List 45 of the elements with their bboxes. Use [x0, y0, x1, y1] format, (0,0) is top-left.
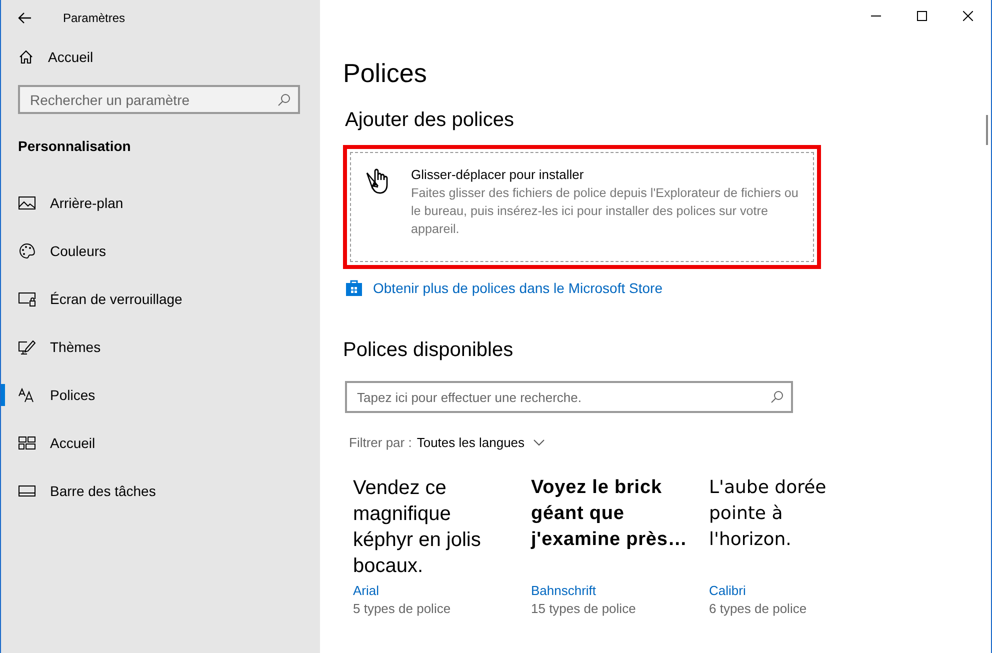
sidebar-item[interactable]: Couleurs [1, 227, 320, 275]
section-heading: Polices disponibles [343, 339, 514, 362]
filter-label: Filtrer par : [349, 435, 412, 450]
search-icon [277, 92, 291, 106]
search-icon [770, 390, 784, 404]
back-arrow-icon [18, 12, 32, 24]
font-name-link[interactable]: Bahnschrift [531, 583, 709, 598]
sidebar-item[interactable]: Accueil [1, 419, 320, 467]
page-title: Polices [343, 58, 428, 89]
lock-screen-icon [18, 291, 36, 307]
language-dropdown[interactable]: Toutes les langues [416, 435, 545, 450]
taskbar-icon [18, 483, 36, 499]
font-preview[interactable]: L'aube dorée pointe à l'horizon. [709, 475, 839, 575]
font-preview[interactable]: Voyez le brick géant que j'examine près… [531, 475, 691, 575]
chevron-down-icon [532, 439, 545, 446]
drop-zone-title: Glisser-déplacer pour installer [411, 167, 585, 182]
font-style-count: 6 types de police [709, 601, 808, 616]
drop-zone-description: Faites glisser des fichiers de police depuis l'Explorateur de fichiers ou le bureau, puis insérez-les ici pour installer des polices sur votre appareil. [411, 185, 800, 238]
font-name-link[interactable]: Calibri [709, 583, 887, 598]
sidebar-item[interactable]: Arrière-plan [1, 179, 320, 227]
sidebar-item[interactable]: Écran de verrouillage [1, 275, 320, 323]
font-style-count: 5 types de police [353, 601, 452, 616]
tiles-icon [18, 435, 36, 451]
picture-frame-icon [18, 195, 36, 211]
font-letters-icon [18, 387, 36, 403]
sidebar-item[interactable]: Thèmes [1, 323, 320, 371]
palette-icon [18, 243, 36, 259]
font-name-link[interactable]: Arial [353, 583, 531, 598]
scrollbar[interactable] [986, 115, 988, 145]
home-icon [18, 49, 34, 65]
font-style-count: 15 types de police [531, 601, 637, 616]
store-link[interactable]: Obtenir plus de polices dans le Microsoft Store [345, 279, 991, 297]
window-title: Paramètres [63, 11, 126, 25]
search-field[interactable]: Rechercher un paramètre [18, 85, 300, 114]
home-link[interactable]: Accueil [1, 37, 320, 77]
section-heading: Ajouter des polices [345, 109, 514, 132]
maximize-icon [917, 11, 927, 21]
sidebar-item[interactable]: Barre des tâches [1, 467, 320, 515]
section-heading: Personnalisation [18, 138, 132, 156]
store-bag-icon [345, 279, 363, 297]
monitor-pen-icon [18, 339, 36, 355]
drop-zone[interactable]: Glisser-déplacer pour installer Faites glisser des fichiers de police depuis l'Explorateur de fichiers ou le bureau, puis insérez-les ici pour installer des polices sur votre appareil. [350, 152, 814, 262]
font-search-field[interactable]: Tapez ici pour effectuer une recherche. [345, 381, 793, 413]
close-icon [963, 11, 973, 21]
font-preview[interactable]: Vendez ce magnifique képhyr en jolis bocaux. [353, 475, 498, 575]
